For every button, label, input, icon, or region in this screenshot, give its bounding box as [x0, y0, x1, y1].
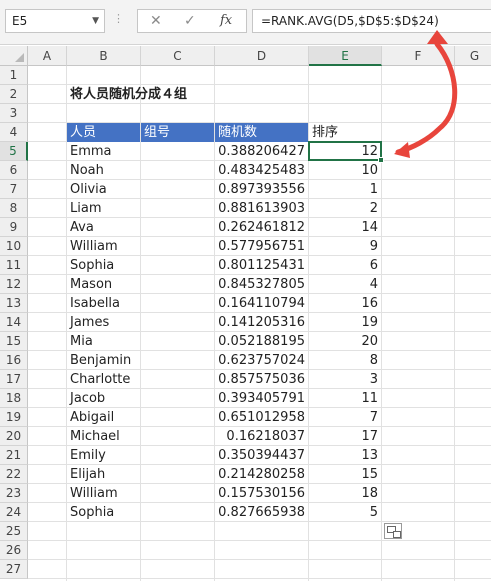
red-curved-arrow: [394, 30, 458, 158]
